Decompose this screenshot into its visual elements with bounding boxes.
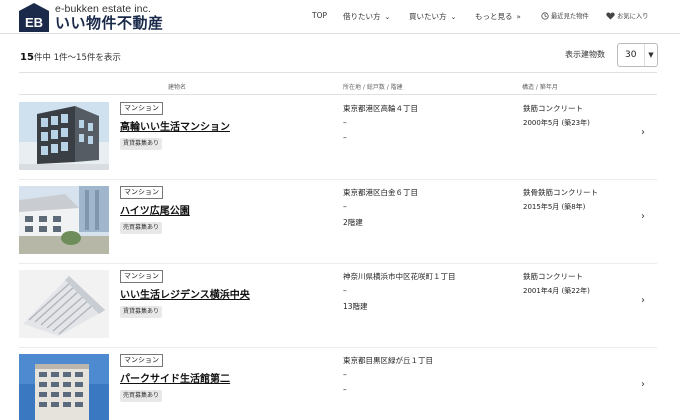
column-header-name: 建物名: [168, 84, 187, 91]
property-floors: 2階建: [343, 218, 363, 227]
property-floors: 13階建: [343, 302, 368, 311]
property-photo: [19, 354, 109, 420]
nav-rent-label: 借りたい方: [343, 12, 381, 21]
listing-row[interactable]: マンション いい生活レジデンス横浜中央 賃貸募集あり 神奈川県横浜市中区花咲町１…: [19, 264, 657, 348]
logo-subtitle: e-bukken estate inc.: [55, 2, 151, 15]
property-name-link[interactable]: いい生活レジデンス横浜中央: [120, 286, 250, 301]
status-badge: 売買募集あり: [120, 222, 163, 234]
property-units: –: [343, 286, 347, 295]
status-badge: 売買募集あり: [120, 390, 163, 402]
history-icon: [541, 11, 549, 20]
chevron-right-icon[interactable]: ›: [641, 295, 645, 306]
site-logo[interactable]: EB e-bukken estate inc. いい物件不動産: [19, 3, 164, 32]
property-floors: –: [343, 385, 347, 394]
property-address: 神奈川県横浜市中区花咲町１丁目: [343, 272, 456, 281]
property-photo: [19, 270, 109, 338]
site-header: EB e-bukken estate inc. いい物件不動産 TOP 借りたい…: [0, 0, 680, 34]
display-count-label: 表示建物数: [565, 50, 605, 59]
nav-more-label: もっと見る: [475, 12, 513, 21]
property-name-link[interactable]: ハイツ広尾公園: [120, 202, 190, 217]
nav-recent[interactable]: 最近見た物件: [541, 11, 589, 20]
nav-rent[interactable]: 借りたい方 ⌄: [343, 11, 390, 22]
property-type-tag: マンション: [120, 186, 163, 199]
property-photo: [19, 186, 109, 254]
nav-favorites-label: お気に入り: [617, 13, 649, 20]
result-count: 15件中 1件〜15件を表示: [20, 51, 121, 63]
logo-mark-icon: EB: [19, 3, 49, 32]
listing-row[interactable]: マンション パークサイド生活館第二 売買募集あり 東京都目黒区緑が丘１丁目 – …: [19, 348, 657, 420]
status-badge: 賃貸募集あり: [120, 138, 163, 150]
heart-icon: [606, 11, 615, 20]
property-type-tag: マンション: [120, 354, 163, 367]
property-structure: 鉄筋コンクリート: [523, 272, 583, 281]
chevron-down-icon: ⌄: [450, 13, 457, 21]
chevron-right-icon[interactable]: ›: [641, 211, 645, 222]
property-units: –: [343, 118, 347, 127]
nav-buy-label: 買いたい方: [409, 12, 447, 21]
column-header-structure: 構造 / 築年月: [522, 84, 558, 91]
chevron-right-icon[interactable]: ›: [641, 379, 645, 390]
property-floors: –: [343, 133, 347, 142]
property-address: 東京都目黒区緑が丘１丁目: [343, 356, 433, 365]
nav-buy[interactable]: 買いたい方 ⌄: [409, 11, 456, 22]
property-built-date: 2001年4月 (築22年): [523, 287, 590, 295]
property-address: 東京都港区白金６丁目: [343, 188, 418, 197]
logo-mark-text: EB: [25, 15, 43, 30]
property-type-tag: マンション: [120, 102, 163, 115]
divider: [19, 72, 657, 73]
status-badge: 賃貸募集あり: [120, 306, 163, 318]
property-type-tag: マンション: [120, 270, 163, 283]
property-units: –: [343, 202, 347, 211]
property-structure: 鉄骨鉄筋コンクリート: [523, 188, 598, 197]
listing-row[interactable]: マンション ハイツ広尾公園 売買募集あり 東京都港区白金６丁目 – 2階建 鉄骨…: [19, 180, 657, 264]
property-photo: [19, 102, 109, 170]
chevron-right-icon[interactable]: ›: [641, 127, 645, 138]
listing-row[interactable]: マンション 高輪いい生活マンション 賃貸募集あり 東京都港区高輪４丁目 – – …: [19, 96, 657, 180]
caret-down-icon: ▼: [644, 44, 657, 66]
property-name-link[interactable]: パークサイド生活館第二: [120, 370, 230, 385]
property-structure: 鉄筋コンクリート: [523, 104, 583, 113]
property-name-link[interactable]: 高輪いい生活マンション: [120, 118, 230, 133]
property-built-date: 2000年5月 (築23年): [523, 119, 590, 127]
result-total: 15: [20, 52, 34, 63]
column-header-location: 所在地 / 総戸数 / 階建: [343, 84, 403, 91]
display-count-value: 30: [625, 50, 637, 60]
double-chevron-down-icon: »: [516, 13, 521, 21]
chevron-down-icon: ⌄: [384, 13, 391, 21]
result-range: 件中 1件〜15件を表示: [33, 53, 121, 63]
property-units: –: [343, 370, 347, 379]
nav-more[interactable]: もっと見る»: [475, 11, 521, 22]
nav-recent-label: 最近見た物件: [551, 13, 589, 20]
divider: [19, 94, 657, 95]
display-count-select[interactable]: 30 ▼: [617, 43, 658, 67]
nav-top[interactable]: TOP: [312, 11, 327, 20]
property-address: 東京都港区高輪４丁目: [343, 104, 418, 113]
property-built-date: 2015年5月 (築8年): [523, 203, 586, 211]
logo-title: いい物件不動産: [55, 14, 164, 33]
nav-favorites[interactable]: お気に入り: [606, 11, 648, 20]
